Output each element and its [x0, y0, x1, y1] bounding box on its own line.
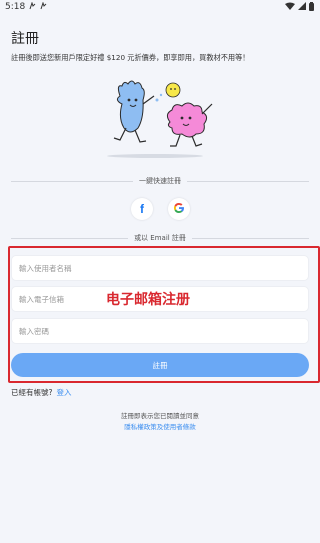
battery-icon — [309, 1, 314, 13]
mascot-illustration — [107, 80, 213, 158]
signal-icon — [298, 2, 306, 12]
google-login-button[interactable] — [168, 198, 190, 220]
login-prompt: 已經有帳號? — [11, 388, 53, 397]
divider-line — [11, 180, 133, 182]
notification-icon — [29, 0, 36, 13]
email-register-divider: 或以 Email 註冊 — [11, 233, 309, 243]
status-time: 5:18 — [5, 2, 26, 12]
quick-register-label: 一鍵快速註冊 — [139, 177, 181, 185]
login-link[interactable]: 登入 — [56, 388, 71, 397]
page-title: 註冊 — [11, 31, 39, 47]
notification-icon — [40, 0, 47, 13]
google-icon — [173, 202, 185, 217]
divider-line — [191, 237, 309, 239]
annotation-highlight-box — [8, 246, 320, 383]
divider-line — [11, 237, 129, 239]
terms-link[interactable]: 隱私權政策及使用者條款 — [0, 421, 320, 431]
wifi-icon — [285, 2, 295, 12]
facebook-login-button[interactable]: f — [131, 198, 153, 220]
terms-notice: 註冊即表示您已閱讀並同意 — [121, 412, 199, 420]
email-register-label: 或以 Email 註冊 — [134, 234, 186, 242]
login-row: 已經有帳號? 登入 — [11, 387, 71, 398]
promo-subtitle: 註冊後即送您新用戶限定好禮 $120 元折價券，即享即用，買教材不用等！ — [11, 53, 250, 62]
facebook-icon: f — [140, 202, 144, 216]
divider-line — [187, 180, 309, 182]
status-bar: 5:18 — [0, 0, 320, 14]
quick-register-divider: 一鍵快速註冊 — [11, 176, 309, 186]
